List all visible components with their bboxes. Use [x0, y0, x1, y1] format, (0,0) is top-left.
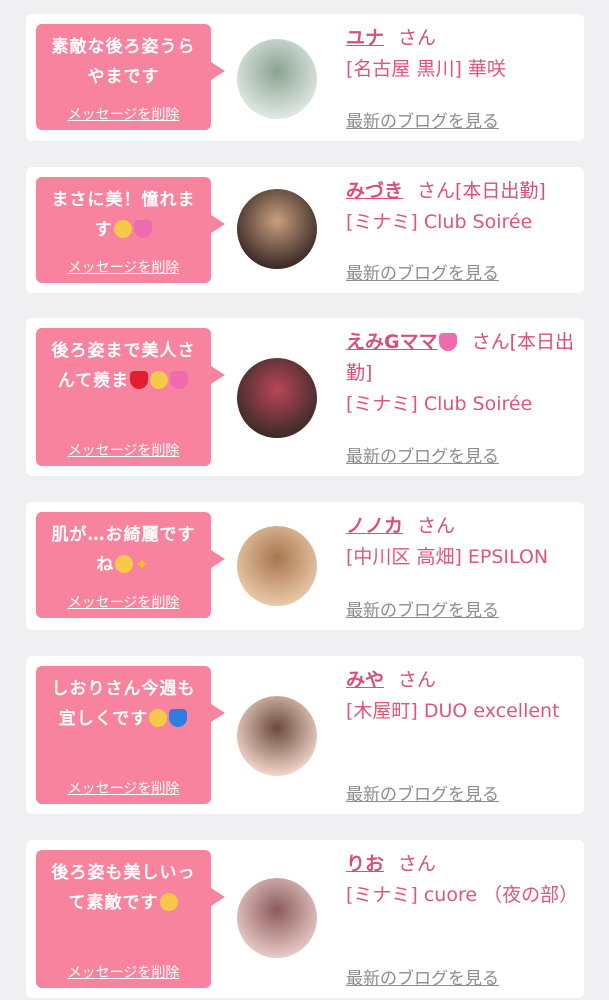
latest-blog-link[interactable]: 最新のブログを見る: [346, 964, 499, 989]
user-info: みづき さん[本日出勤] [ミナミ] Club Soirée: [346, 176, 576, 238]
user-name-link[interactable]: ユナ: [346, 27, 384, 49]
message-bubble: 素敵な後ろ姿うらやまですメッセージを削除: [36, 24, 225, 130]
name-line: みや さん: [346, 665, 576, 696]
message-text: しおりさん今週も宜しくです: [46, 674, 201, 734]
honorific: さん[本日出勤]: [417, 180, 546, 202]
pink-hearts-icon: [170, 371, 189, 389]
relieved-face-icon: [149, 709, 168, 727]
honorific: さん: [398, 853, 437, 875]
pink-hearts-icon: [133, 220, 152, 238]
user-name-link[interactable]: りお: [346, 853, 384, 875]
message-bubble: しおりさん今週も宜しくですメッセージを削除: [36, 666, 225, 804]
name-line: みづき さん[本日出勤]: [346, 176, 576, 207]
avatar[interactable]: [237, 39, 317, 119]
pleading-face-icon: [113, 220, 132, 238]
avatar[interactable]: [237, 526, 317, 606]
sparkles-icon: ✦: [135, 555, 150, 574]
pleading-face-icon: [150, 371, 169, 389]
latest-blog-link[interactable]: 最新のブログを見る: [346, 780, 499, 805]
shop-name: [ミナミ] Club Soirée: [346, 211, 533, 233]
user-name-link[interactable]: えみGママ: [346, 331, 438, 353]
message-bubble: まさに美！憧れますメッセージを削除: [36, 177, 225, 283]
delete-message-link[interactable]: メッセージを削除: [36, 962, 211, 982]
red-heart-icon: [130, 371, 149, 389]
message-body: 素敵な後ろ姿うらやまです: [51, 37, 196, 87]
avatar[interactable]: [237, 358, 317, 438]
message-text: 素敵な後ろ姿うらやまです: [46, 32, 201, 92]
user-info: りお さん [ミナミ] cuore （夜の部）: [346, 849, 579, 911]
message-card: 後ろ姿まで美人さんて羨まメッセージを削除 えみGママ さん[本日出勤] [ミナミ] C…: [26, 318, 584, 476]
user-info: みや さん [木屋町] DUO excellent: [346, 665, 576, 727]
pink-hearts-icon: [438, 333, 457, 351]
delete-message-link[interactable]: メッセージを削除: [36, 592, 211, 612]
delete-message-link[interactable]: メッセージを削除: [36, 778, 211, 798]
honorific: さん: [398, 27, 437, 49]
shop-name: [名古屋 黒川] 華咲: [346, 58, 506, 80]
user-name-link[interactable]: みや: [346, 669, 384, 691]
message-card: 素敵な後ろ姿うらやまですメッセージを削除 ユナ さん [名古屋 黒川] 華咲 最新のブロ…: [26, 14, 584, 141]
shop-name: [ミナミ] cuore （夜の部）: [346, 884, 579, 906]
message-text: まさに美！憧れます: [46, 185, 201, 245]
avatar[interactable]: [237, 696, 317, 776]
shop-name: [ミナミ] Club Soirée: [346, 393, 533, 415]
delete-message-link[interactable]: メッセージを削除: [36, 104, 211, 124]
smiling-face-icon: [159, 893, 178, 911]
blue-heart-icon: [169, 709, 188, 727]
name-line: りお さん: [346, 849, 576, 880]
delete-message-link[interactable]: メッセージを削除: [36, 257, 211, 277]
user-info: ノノカ さん [中川区 高畑] EPSILON: [346, 511, 576, 573]
latest-blog-link[interactable]: 最新のブログを見る: [346, 442, 499, 467]
user-name-link[interactable]: ノノカ: [346, 515, 403, 537]
message-text: 後ろ姿も美しいって素敵です: [46, 858, 201, 918]
message-card: まさに美！憧れますメッセージを削除 みづき さん[本日出勤] [ミナミ] Club S…: [26, 167, 584, 293]
message-card: しおりさん今週も宜しくですメッセージを削除 みや さん [木屋町] DUO excel…: [26, 656, 584, 814]
latest-blog-link[interactable]: 最新のブログを見る: [346, 596, 499, 621]
message-text: 後ろ姿まで美人さんて羨ま: [46, 336, 201, 396]
message-card: 後ろ姿も美しいって素敵ですメッセージを削除 りお さん [ミナミ] cuore （夜の…: [26, 840, 584, 998]
message-card: 肌が…お綺麗ですね ✦ メッセージを削除 ノノカ さん [中川区 高畑] EPSILON 最…: [26, 502, 584, 630]
message-bubble: 後ろ姿まで美人さんて羨まメッセージを削除: [36, 328, 225, 466]
user-info: えみGママ さん[本日出勤] [ミナミ] Club Soirée: [346, 327, 576, 420]
heart-eyes-face-icon: [115, 555, 134, 573]
avatar[interactable]: [237, 189, 317, 269]
shop-name: [中川区 高畑] EPSILON: [346, 546, 549, 568]
user-name-link[interactable]: みづき: [346, 180, 403, 202]
shop-name: [木屋町] DUO excellent: [346, 700, 560, 722]
name-line: えみGママ さん[本日出勤]: [346, 327, 576, 389]
honorific: さん: [398, 669, 437, 691]
message-list: 素敵な後ろ姿うらやまです メッセージを削除 ユナ さん [名古屋 黒川] 華咲 最新のブロ…: [0, 0, 609, 1000]
name-line: ユナ さん: [346, 23, 576, 54]
delete-message-link[interactable]: メッセージを削除: [36, 440, 211, 460]
avatar[interactable]: [237, 878, 317, 958]
user-info: ユナ さん [名古屋 黒川] 華咲: [346, 23, 576, 85]
honorific: さん: [417, 515, 456, 537]
message-bubble: 肌が…お綺麗ですね ✦ メッセージを削除: [36, 512, 225, 618]
message-text: 肌が…お綺麗ですね ✦: [46, 520, 201, 580]
latest-blog-link[interactable]: 最新のブログを見る: [346, 107, 499, 132]
name-line: ノノカ さん: [346, 511, 576, 542]
message-bubble: 後ろ姿も美しいって素敵ですメッセージを削除: [36, 850, 225, 988]
latest-blog-link[interactable]: 最新のブログを見る: [346, 259, 499, 284]
